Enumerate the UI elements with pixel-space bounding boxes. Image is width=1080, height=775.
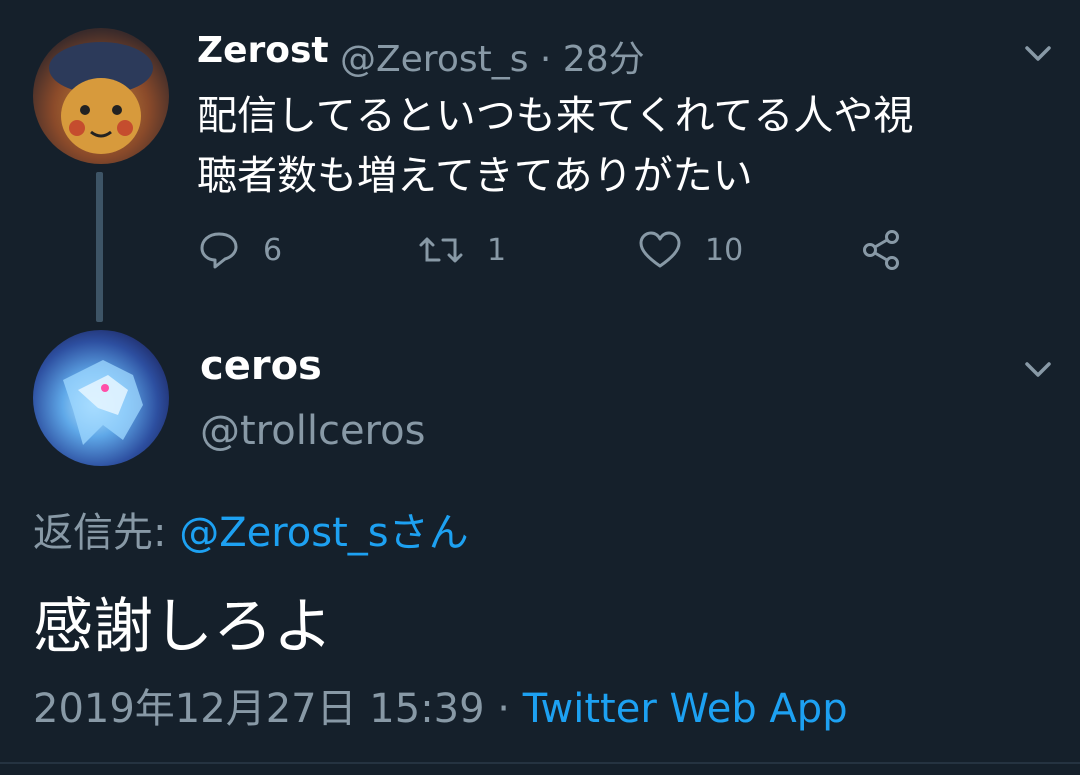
retweet-icon [419, 237, 463, 263]
reply-button[interactable]: 6 [197, 226, 282, 274]
tweet2-author-handle[interactable]: @trollceros [200, 408, 425, 454]
like-button[interactable]: 10 [637, 226, 743, 274]
avatar-zerost[interactable] [33, 28, 169, 164]
tweet2-timestamp[interactable]: 2019年12月27日 15:39 · [33, 686, 523, 732]
tweet1-text-line2: 聴者数も増えてきてありがたい [197, 153, 753, 199]
tweet1-author-name[interactable]: Zerost [197, 30, 329, 71]
reply-to-prefix: 返信先: [33, 510, 180, 556]
divider [0, 762, 1080, 764]
share-button[interactable] [859, 226, 925, 274]
tweet1-handle-time[interactable]: @Zerost_s · 28分 [340, 30, 645, 82]
reply-to-line: 返信先: @Zerost_sさん [33, 500, 469, 558]
tweet1-text-line1: 配信してるといつも来てくれてる人や視 [197, 93, 914, 139]
thread-connector-line [96, 172, 103, 322]
tweet2-text: 感謝しろよ [33, 592, 333, 662]
avatar-ceros[interactable] [33, 330, 169, 466]
tweet2-source-link[interactable]: Twitter Web App [523, 686, 848, 732]
share-icon [863, 230, 899, 270]
tweet1-text: 配信してるといつも来てくれてる人や視 聴者数も増えてきてありがたい [197, 86, 1057, 206]
retweet-button[interactable]: 1 [417, 226, 506, 274]
tweet2-footer: 2019年12月27日 15:39 · Twitter Web App [33, 676, 848, 734]
reply-icon [200, 232, 238, 269]
tweet2-author-name[interactable]: ceros [200, 343, 322, 389]
heart-icon [639, 231, 681, 268]
like-count: 10 [705, 232, 744, 268]
tweet2-chevron-down-icon[interactable] [1021, 352, 1055, 386]
reply-count: 6 [263, 232, 283, 268]
tweet1-chevron-down-icon[interactable] [1021, 36, 1055, 70]
retweet-count: 1 [487, 232, 507, 268]
reply-to-mention-link[interactable]: @Zerost_sさん [179, 510, 468, 556]
